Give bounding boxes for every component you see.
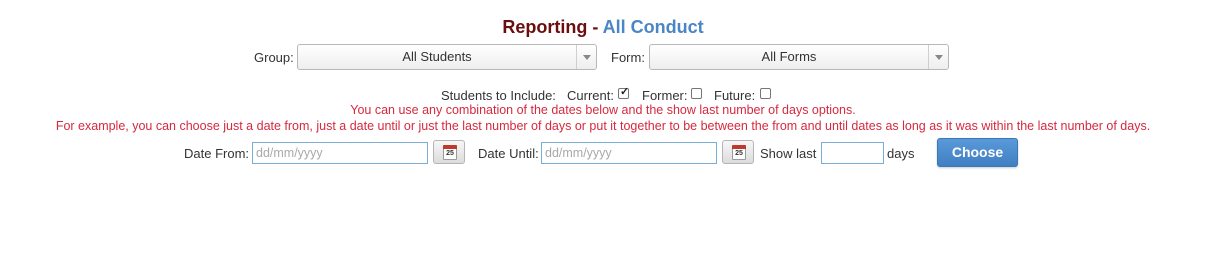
- chevron-down-icon: [928, 45, 948, 69]
- show-last-days-input[interactable]: [821, 142, 884, 164]
- date-until-input[interactable]: [541, 142, 717, 164]
- reporting-page: Reporting - All Conduct Group: All Stude…: [0, 0, 1228, 266]
- current-label: Current:: [567, 88, 614, 103]
- page-title-prefix: Reporting -: [502, 17, 603, 37]
- form-select[interactable]: All Forms: [649, 44, 949, 70]
- date-from-label: Date From:: [184, 146, 250, 161]
- former-checkbox[interactable]: [691, 88, 702, 99]
- students-include-label: Students to Include:: [441, 88, 556, 103]
- days-label: days: [887, 146, 915, 161]
- page-title-highlight: All Conduct: [602, 17, 704, 37]
- group-label: Group:: [254, 50, 294, 65]
- help-text-line-1: You can use any combination of the dates…: [350, 103, 856, 117]
- calendar-icon: 25: [732, 145, 746, 160]
- choose-button[interactable]: Choose: [937, 138, 1018, 167]
- calendar-icon-day: 25: [446, 150, 454, 157]
- current-checkbox[interactable]: ✓: [618, 86, 630, 99]
- group-select[interactable]: All Students: [297, 44, 597, 70]
- date-until-label: Date Until:: [478, 146, 539, 161]
- group-select-value: All Students: [402, 49, 472, 64]
- page-title: Reporting - All Conduct: [0, 15, 1206, 39]
- date-from-calendar-button[interactable]: 25: [433, 140, 465, 164]
- form-select-value: All Forms: [761, 49, 817, 64]
- date-from-input[interactable]: [252, 142, 428, 164]
- calendar-icon: 25: [443, 145, 457, 160]
- checkmark-icon: ✓: [620, 86, 630, 98]
- form-label: Form:: [611, 50, 645, 65]
- future-label: Future:: [714, 88, 756, 103]
- show-last-label: Show last: [760, 146, 817, 161]
- former-label: Former:: [642, 88, 688, 103]
- help-text-line-2: For example, you can choose just a date …: [55, 119, 1151, 133]
- calendar-icon-day: 25: [735, 150, 743, 157]
- chevron-down-icon: [576, 45, 596, 69]
- future-checkbox[interactable]: [760, 88, 771, 99]
- date-until-calendar-button[interactable]: 25: [722, 140, 754, 164]
